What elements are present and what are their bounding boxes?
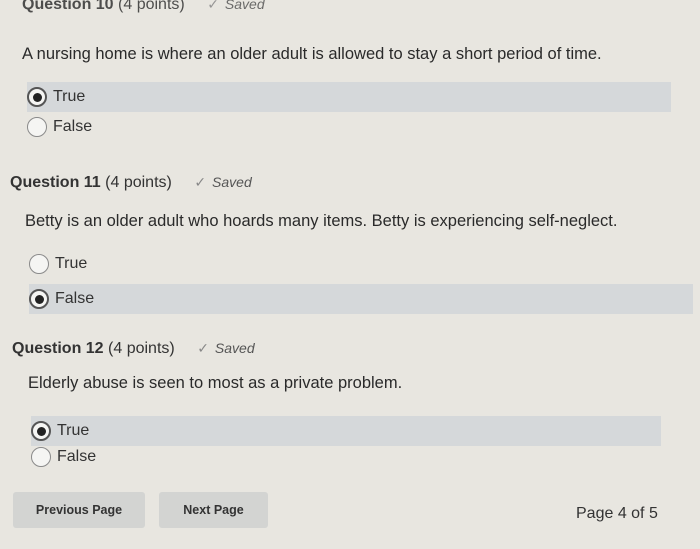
option-true[interactable]: True: [29, 249, 693, 279]
checkmark-icon: ✓: [197, 340, 209, 356]
previous-page-button[interactable]: Previous Page: [13, 492, 145, 528]
saved-status: ✓ Saved: [197, 340, 255, 356]
question-title: Question 10: [22, 0, 114, 13]
option-label: False: [55, 290, 95, 307]
option-true[interactable]: True: [27, 82, 671, 112]
question-points: (4 points): [108, 340, 175, 357]
radio-button[interactable]: [29, 254, 49, 274]
saved-status: ✓ Saved: [194, 174, 252, 190]
option-label: False: [57, 448, 97, 465]
option-label: True: [55, 255, 88, 272]
option-label: False: [53, 118, 93, 135]
question-11-header: Question 11 (4 points) ✓ Saved: [10, 174, 252, 192]
option-false[interactable]: False: [27, 112, 671, 142]
page-indicator: Page 4 of 5: [576, 505, 658, 522]
radio-button[interactable]: [29, 289, 49, 309]
question-10-text: A nursing home is where an older adult i…: [22, 45, 602, 63]
radio-button[interactable]: [31, 421, 51, 441]
question-points: (4 points): [105, 174, 172, 191]
checkmark-icon: ✓: [207, 0, 219, 12]
next-page-button[interactable]: Next Page: [159, 492, 268, 528]
question-12-header: Question 12 (4 points) ✓ Saved: [12, 340, 255, 358]
question-title: Question 12: [12, 340, 104, 357]
question-points: (4 points): [118, 0, 185, 13]
checkmark-icon: ✓: [194, 174, 207, 190]
question-12-text: Elderly abuse is seen to most as a priva…: [28, 374, 403, 392]
option-label: True: [57, 422, 90, 439]
radio-button[interactable]: [27, 117, 47, 137]
radio-button[interactable]: [27, 87, 47, 107]
question-10-header: Question 10 (4 points) ✓ Saved: [22, 0, 265, 14]
saved-status: ✓ Saved: [207, 0, 264, 12]
option-label: True: [53, 88, 86, 105]
option-false[interactable]: False: [29, 284, 693, 314]
radio-button[interactable]: [31, 447, 51, 467]
question-title: Question 11: [10, 174, 101, 191]
option-false[interactable]: False: [31, 442, 661, 472]
question-11-text: Betty is an older adult who hoards many …: [25, 212, 618, 230]
